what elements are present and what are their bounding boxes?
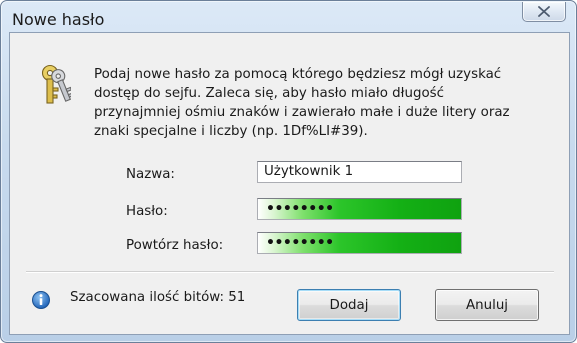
name-label: Nazwa: bbox=[126, 167, 175, 182]
footer-divider bbox=[26, 271, 554, 273]
cancel-button[interactable]: Anuluj bbox=[435, 289, 539, 321]
name-input-value: Użytkownik 1 bbox=[264, 164, 354, 179]
instructions-text: Podaj nowe hasło za pomocą którego będzi… bbox=[94, 67, 510, 139]
dialog-content: Podaj nowe hasło za pomocą którego będzi… bbox=[9, 32, 570, 335]
estimated-bits-text: Szacowana ilość bitów: 51 bbox=[70, 290, 246, 305]
repeat-password-input[interactable]: •••••••• bbox=[257, 232, 462, 254]
add-button[interactable]: Dodaj bbox=[297, 289, 401, 321]
repeat-password-input-value: •••••••• bbox=[266, 235, 334, 251]
password-input[interactable]: •••••••• bbox=[257, 198, 462, 220]
info-icon bbox=[32, 291, 50, 309]
password-label: Hasło: bbox=[126, 204, 168, 219]
dialog-window: Nowe hasło Podaj nowe hasło za pomocą kt… bbox=[0, 0, 577, 343]
password-input-value: •••••••• bbox=[266, 201, 334, 217]
window-title: Nowe hasło bbox=[12, 10, 105, 29]
repeat-password-label: Powtórz hasło: bbox=[126, 238, 224, 253]
name-input[interactable]: Użytkownik 1 bbox=[257, 161, 462, 183]
title-bar[interactable]: Nowe hasło bbox=[1, 1, 576, 31]
keys-icon bbox=[41, 64, 71, 104]
close-icon bbox=[538, 6, 550, 17]
close-button[interactable] bbox=[522, 2, 566, 22]
